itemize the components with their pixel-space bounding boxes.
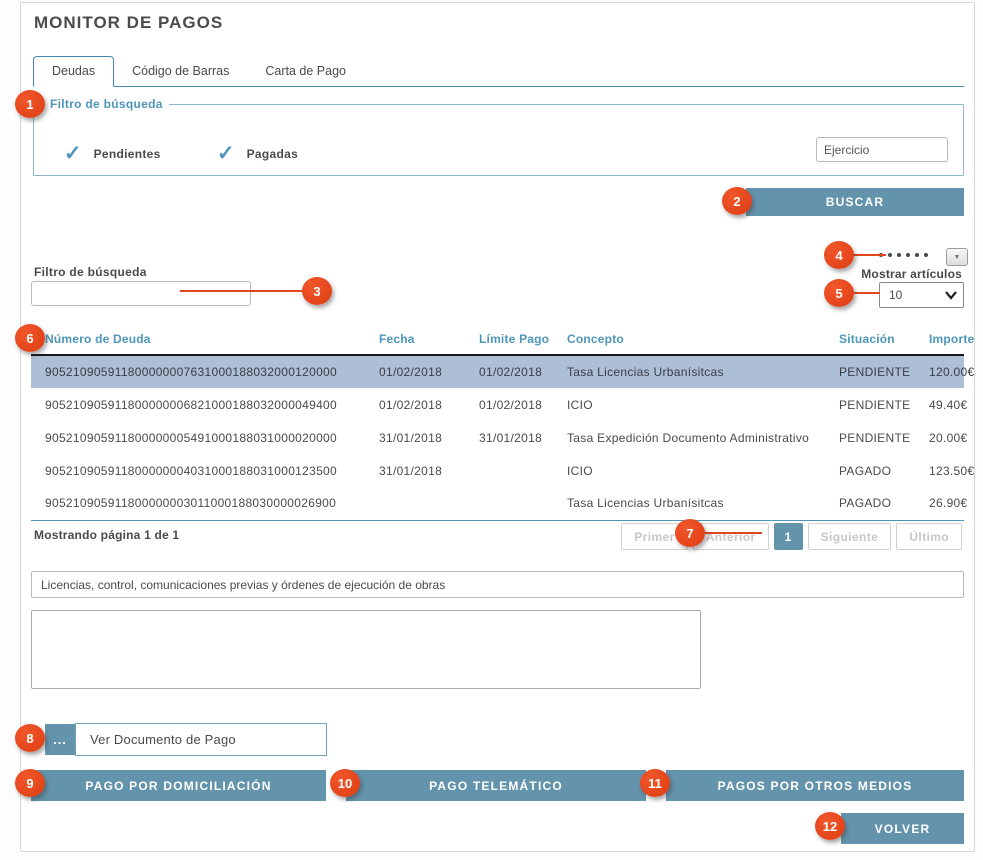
tab-0[interactable]: Deudas: [33, 56, 114, 87]
quick-filter-input[interactable]: [31, 281, 251, 306]
cell-numero: 9052109059118000000076310001880320001200…: [31, 355, 365, 388]
cell-concepto: Tasa Licencias Urbanísitcas: [553, 355, 825, 388]
show-items-label: Mostrar artículos: [861, 267, 962, 281]
volver-button[interactable]: VOLVER: [841, 813, 964, 844]
cell-fecha: 01/02/2018: [365, 355, 465, 388]
search-filter-fieldset: Filtro de búsqueda ✓ Pendientes ✓ Pagadas: [33, 97, 964, 176]
column-header-1[interactable]: Fecha: [365, 323, 465, 355]
cell-limite: [465, 454, 553, 487]
checkmark-icon: ✓: [64, 141, 82, 166]
filter-legend: Filtro de búsqueda: [44, 97, 169, 111]
cell-importe: 26.90€: [915, 487, 964, 520]
cell-importe: 20.00€: [915, 421, 964, 454]
table-row[interactable]: 9052109059118000000030110001880300000269…: [31, 487, 964, 520]
cell-concepto: ICIO: [553, 454, 825, 487]
page-button-siguiente[interactable]: Siguiente: [808, 523, 892, 550]
cell-fecha: 31/01/2018: [365, 454, 465, 487]
cell-numero: 9052109059118000000030110001880300000269…: [31, 487, 365, 520]
column-header-5[interactable]: Importe: [915, 323, 964, 355]
annotation-badge-1: 1: [15, 90, 45, 118]
pagination: PrimerAnterior1SiguienteÚltimo: [621, 523, 962, 550]
debts-table: Número de DeudaFechaLímite PagoConceptoS…: [31, 323, 964, 521]
table-row[interactable]: 9052109059118000000040310001880310001235…: [31, 454, 964, 487]
cell-situacion: PENDIENTE: [825, 421, 915, 454]
cell-limite: 01/02/2018: [465, 355, 553, 388]
annotation-badge-6: 6: [15, 324, 45, 352]
notes-textarea[interactable]: [31, 610, 701, 689]
column-header-4[interactable]: Situación: [825, 323, 915, 355]
cell-importe: 120.00€: [915, 355, 964, 388]
cell-situacion: PAGADO: [825, 454, 915, 487]
pagos-otros-medios-button[interactable]: PAGOS POR OTROS MEDIOS: [666, 770, 964, 801]
ejercicio-input[interactable]: [816, 137, 948, 162]
view-payment-document-box[interactable]: Ver Documento de Pago: [75, 723, 327, 756]
cell-fecha: 31/01/2018: [365, 421, 465, 454]
table-header: Número de DeudaFechaLímite PagoConceptoS…: [31, 323, 964, 355]
cell-fecha: 01/02/2018: [365, 388, 465, 421]
cell-numero: 9052109059118000000054910001880310000200…: [31, 421, 365, 454]
checkbox-pendientes[interactable]: ✓ Pendientes: [64, 141, 161, 166]
cell-fecha: [365, 487, 465, 520]
tab-1[interactable]: Código de Barras: [114, 57, 247, 86]
cell-importe: 49.40€: [915, 388, 964, 421]
annotation-badge-7: 7: [675, 519, 705, 547]
annotation-badge-12: 12: [815, 812, 845, 840]
tab-2[interactable]: Carta de Pago: [247, 57, 364, 86]
select-chevron-icon: [943, 287, 959, 303]
concept-description-input[interactable]: [31, 571, 964, 598]
table-row[interactable]: 9052109059118000000068210001880320000494…: [31, 388, 964, 421]
pago-telematico-button[interactable]: PAGO TELEMÁTICO: [346, 770, 646, 801]
cell-situacion: PENDIENTE: [825, 388, 915, 421]
annotation-line-7: [700, 532, 762, 534]
checkbox-label: Pendientes: [94, 147, 161, 161]
checkbox-pagadas[interactable]: ✓ Pagadas: [217, 141, 298, 166]
column-options-dots-icon[interactable]: [879, 253, 929, 257]
annotation-badge-11: 11: [640, 769, 670, 797]
cell-situacion: PENDIENTE: [825, 355, 915, 388]
column-options-dropdown[interactable]: ▼: [946, 248, 968, 266]
cell-limite: 01/02/2018: [465, 388, 553, 421]
dropdown-arrow-icon: ▼: [954, 254, 961, 261]
cell-numero: 9052109059118000000068210001880320000494…: [31, 388, 365, 421]
table-row[interactable]: 9052109059118000000054910001880310000200…: [31, 421, 964, 454]
pago-domiciliacion-button[interactable]: PAGO POR DOMICILIACIÓN: [31, 770, 326, 801]
tabs: DeudasCódigo de BarrasCarta de Pago: [33, 58, 964, 87]
table-body: 9052109059118000000076310001880320001200…: [31, 355, 964, 520]
view-payment-document-label: Ver Documento de Pago: [76, 732, 236, 747]
annotation-badge-3: 3: [302, 277, 332, 305]
more-options-button[interactable]: ...: [45, 724, 75, 755]
annotation-line-3: [180, 290, 320, 292]
cell-situacion: PAGADO: [825, 487, 915, 520]
quick-filter-label: Filtro de búsqueda: [34, 265, 147, 279]
page-button-1[interactable]: 1: [774, 523, 803, 550]
cell-limite: [465, 487, 553, 520]
page-size-select[interactable]: 10: [879, 282, 964, 308]
annotation-badge-4: 4: [824, 241, 854, 269]
cell-concepto: Tasa Licencias Urbanísitcas: [553, 487, 825, 520]
annotation-badge-2: 2: [722, 187, 752, 215]
column-header-3[interactable]: Concepto: [553, 323, 825, 355]
annotation-badge-8: 8: [15, 724, 45, 752]
page-title: MONITOR DE PAGOS: [34, 13, 223, 33]
pagination-status: Mostrando página 1 de 1: [34, 528, 179, 542]
checkbox-label: Pagadas: [247, 147, 298, 161]
page-button-último[interactable]: Último: [896, 523, 962, 550]
annotation-badge-9: 9: [15, 769, 45, 797]
cell-concepto: ICIO: [553, 388, 825, 421]
annotation-badge-5: 5: [824, 279, 854, 307]
annotation-badge-10: 10: [330, 769, 360, 797]
cell-concepto: Tasa Expedición Documento Administrativo: [553, 421, 825, 454]
buscar-button[interactable]: BUSCAR: [746, 188, 964, 216]
monitor-pagos-panel: MONITOR DE PAGOS DeudasCódigo de BarrasC…: [20, 2, 975, 852]
cell-limite: 31/01/2018: [465, 421, 553, 454]
cell-importe: 123.50€: [915, 454, 964, 487]
checkmark-icon: ✓: [217, 141, 235, 166]
page-size-value: 10: [889, 288, 902, 302]
cell-numero: 9052109059118000000040310001880310001235…: [31, 454, 365, 487]
table-row[interactable]: 9052109059118000000076310001880320001200…: [31, 355, 964, 388]
column-header-2[interactable]: Límite Pago: [465, 323, 553, 355]
column-header-0[interactable]: Número de Deuda: [31, 323, 365, 355]
